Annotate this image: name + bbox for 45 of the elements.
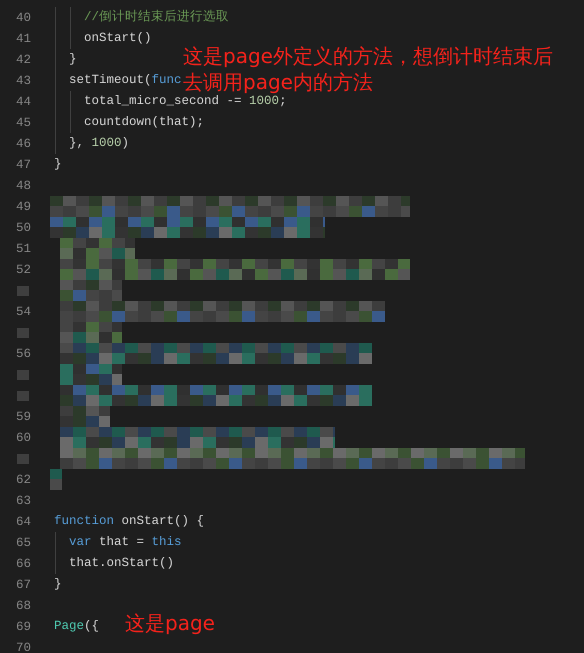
code-line: that.onStart() — [54, 553, 174, 574]
annotation-text: 这是page — [125, 610, 215, 636]
line-number: 47 — [16, 158, 31, 172]
line-number: 60 — [16, 430, 31, 444]
code-line: } — [54, 576, 62, 593]
code-line: countdown(that); — [54, 112, 204, 133]
code-line: Page({ — [54, 618, 100, 635]
line-number: 40 — [16, 10, 31, 24]
line-number: 42 — [16, 52, 31, 66]
line-number: 62 — [16, 472, 31, 486]
code-line: var that = this — [54, 532, 182, 553]
line-number: 64 — [16, 514, 31, 528]
code-line: function onStart() { — [54, 513, 204, 530]
line-number: 65 — [16, 536, 31, 550]
line-number: 51 — [16, 242, 31, 256]
line-number: 43 — [16, 74, 31, 88]
line-number: 50 — [16, 220, 31, 234]
line-number: 46 — [16, 136, 31, 150]
pixelated-number-drawing — [17, 370, 29, 380]
line-number: 56 — [16, 346, 31, 360]
code-line: } — [54, 156, 62, 173]
pixelated-number-drawing — [17, 454, 29, 464]
line-number: 70 — [16, 640, 31, 653]
annotation-text: 这是page外定义的方法，想倒计时结束后 去调用page内的方法 — [183, 43, 553, 95]
line-number: 67 — [16, 578, 31, 592]
code-line: setTimeout(func — [54, 70, 182, 91]
code-line: }, 1000) — [54, 133, 130, 154]
pixelated-number-drawing — [17, 328, 29, 338]
line-number: 68 — [16, 598, 31, 612]
code-line: //倒计时结束后进行选取 — [54, 7, 230, 28]
line-number: 45 — [16, 116, 31, 130]
line-number: 63 — [16, 494, 31, 508]
line-number: 66 — [16, 556, 31, 570]
line-number: 49 — [16, 200, 31, 214]
line-number: 48 — [16, 178, 31, 192]
code-line: onStart() — [54, 28, 152, 49]
pixelated-number-drawing — [17, 390, 29, 400]
line-number: 54 — [16, 304, 31, 318]
pixelated-number-drawing — [17, 286, 29, 296]
line-number: 59 — [16, 410, 31, 424]
line-number: 44 — [16, 94, 31, 108]
line-number: 52 — [16, 262, 31, 276]
line-number: 41 — [16, 32, 31, 46]
line-number: 69 — [16, 620, 31, 634]
code-line: } — [54, 49, 77, 70]
